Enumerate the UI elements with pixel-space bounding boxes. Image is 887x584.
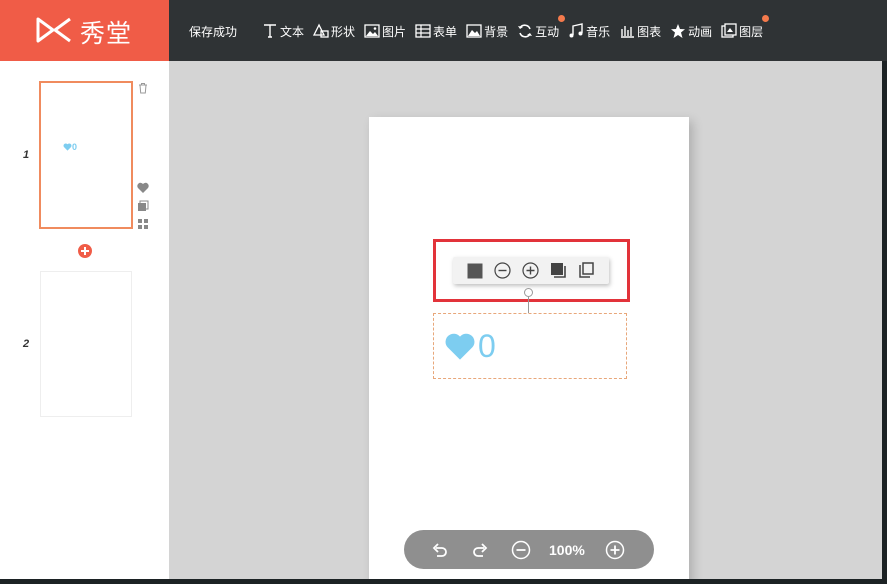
page-thumbnail-1[interactable]: 0	[39, 81, 133, 229]
like-count: 0	[478, 327, 496, 364]
page-number-2: 2	[23, 338, 30, 350]
thumbnail-like-counter: 0	[63, 142, 77, 152]
logo-icon	[36, 17, 71, 43]
tool-background-label: 背景	[484, 24, 509, 39]
logo-text: 秀堂	[80, 19, 133, 48]
zoom-out-element-button[interactable]	[494, 262, 511, 279]
tool-layer[interactable]: 图层	[721, 15, 770, 44]
tool-image-label: 图片	[382, 24, 407, 39]
form-icon	[415, 24, 431, 38]
rotate-handle-line	[528, 297, 529, 313]
tool-music[interactable]: 音乐	[568, 18, 610, 44]
rotate-handle[interactable]	[524, 288, 533, 297]
tool-text-label: 文本	[280, 24, 305, 39]
tool-text[interactable]: 文本	[262, 18, 304, 44]
plus-circle-icon	[522, 262, 539, 279]
chart-icon	[621, 26, 635, 38]
copy-icon	[579, 262, 594, 278]
page-canvas[interactable]: 0	[369, 117, 689, 584]
heart-icon[interactable]	[137, 182, 149, 194]
zoom-level: 100%	[549, 542, 585, 558]
tool-form-label: 表单	[433, 24, 458, 39]
zoom-out-button[interactable]	[511, 540, 531, 560]
zoom-in-button[interactable]	[605, 540, 625, 560]
minus-circle-icon	[494, 262, 511, 279]
like-counter-element[interactable]: 0	[433, 313, 627, 379]
heart-icon	[445, 333, 475, 360]
save-status: 保存成功	[189, 25, 238, 39]
heart-icon	[63, 143, 72, 151]
window-edge-right	[882, 61, 887, 584]
bring-forward-button[interactable]	[550, 262, 567, 279]
tool-shape-label: 形状	[331, 24, 356, 39]
tool-shape[interactable]: 形状	[313, 18, 355, 44]
page-thumbnail-2[interactable]	[40, 271, 132, 417]
plus-circle-icon	[605, 540, 625, 560]
notification-dot	[558, 15, 566, 22]
logo[interactable]: 秀堂	[0, 0, 169, 61]
background-icon	[466, 24, 482, 38]
tool-layer-label: 图层	[739, 24, 764, 39]
copy-icon[interactable]	[137, 200, 149, 212]
undo-icon	[432, 543, 447, 557]
tool-form[interactable]: 表单	[415, 18, 457, 44]
layer-up-icon	[551, 263, 566, 278]
tool-background[interactable]: 背景	[466, 18, 508, 44]
minus-circle-icon	[511, 540, 531, 560]
tool-animation-label: 动画	[688, 24, 713, 39]
tool-chart-label: 图表	[637, 24, 662, 39]
interact-icon	[518, 24, 533, 38]
tool-music-label: 音乐	[586, 24, 611, 39]
top-bar: 秀堂 保存成功 文本 形状 图片 表单 背景 互动 音乐 图表 动画 图层	[0, 0, 887, 61]
zoom-in-element-button[interactable]	[522, 262, 539, 279]
image-icon	[364, 24, 380, 38]
redo-button[interactable]	[470, 540, 490, 560]
tool-image[interactable]: 图片	[364, 18, 406, 44]
shape-icon	[313, 23, 329, 38]
layer-icon	[721, 23, 737, 38]
notification-dot	[762, 15, 770, 22]
add-page-button[interactable]	[78, 244, 92, 258]
window-edge-bottom	[0, 579, 887, 584]
text-icon	[264, 24, 276, 38]
tool-interact[interactable]: 互动	[517, 15, 566, 44]
tool-chart[interactable]: 图表	[619, 18, 661, 44]
undo-button[interactable]	[430, 540, 450, 560]
toolbar: 文本 形状 图片 表单 背景 互动 音乐 图表 动画 图层	[262, 15, 772, 44]
redo-icon	[473, 543, 488, 557]
thumbnail-like-count: 0	[72, 142, 78, 152]
fill-button[interactable]	[466, 262, 483, 279]
tool-animation[interactable]: 动画	[670, 18, 712, 44]
page-list-panel: 1 0 2	[0, 61, 169, 584]
music-icon	[569, 23, 583, 38]
zoom-bar: 100%	[404, 530, 654, 569]
drag-handle-icon[interactable]	[137, 218, 149, 230]
duplicate-button[interactable]	[578, 262, 595, 279]
canvas-area: 0 100%	[169, 61, 882, 584]
page-number-1: 1	[23, 149, 30, 161]
star-icon	[671, 24, 686, 38]
tool-interact-label: 互动	[535, 24, 560, 39]
trash-icon[interactable]	[137, 82, 149, 94]
square-fill-icon	[467, 263, 482, 278]
element-toolbar	[453, 257, 609, 284]
